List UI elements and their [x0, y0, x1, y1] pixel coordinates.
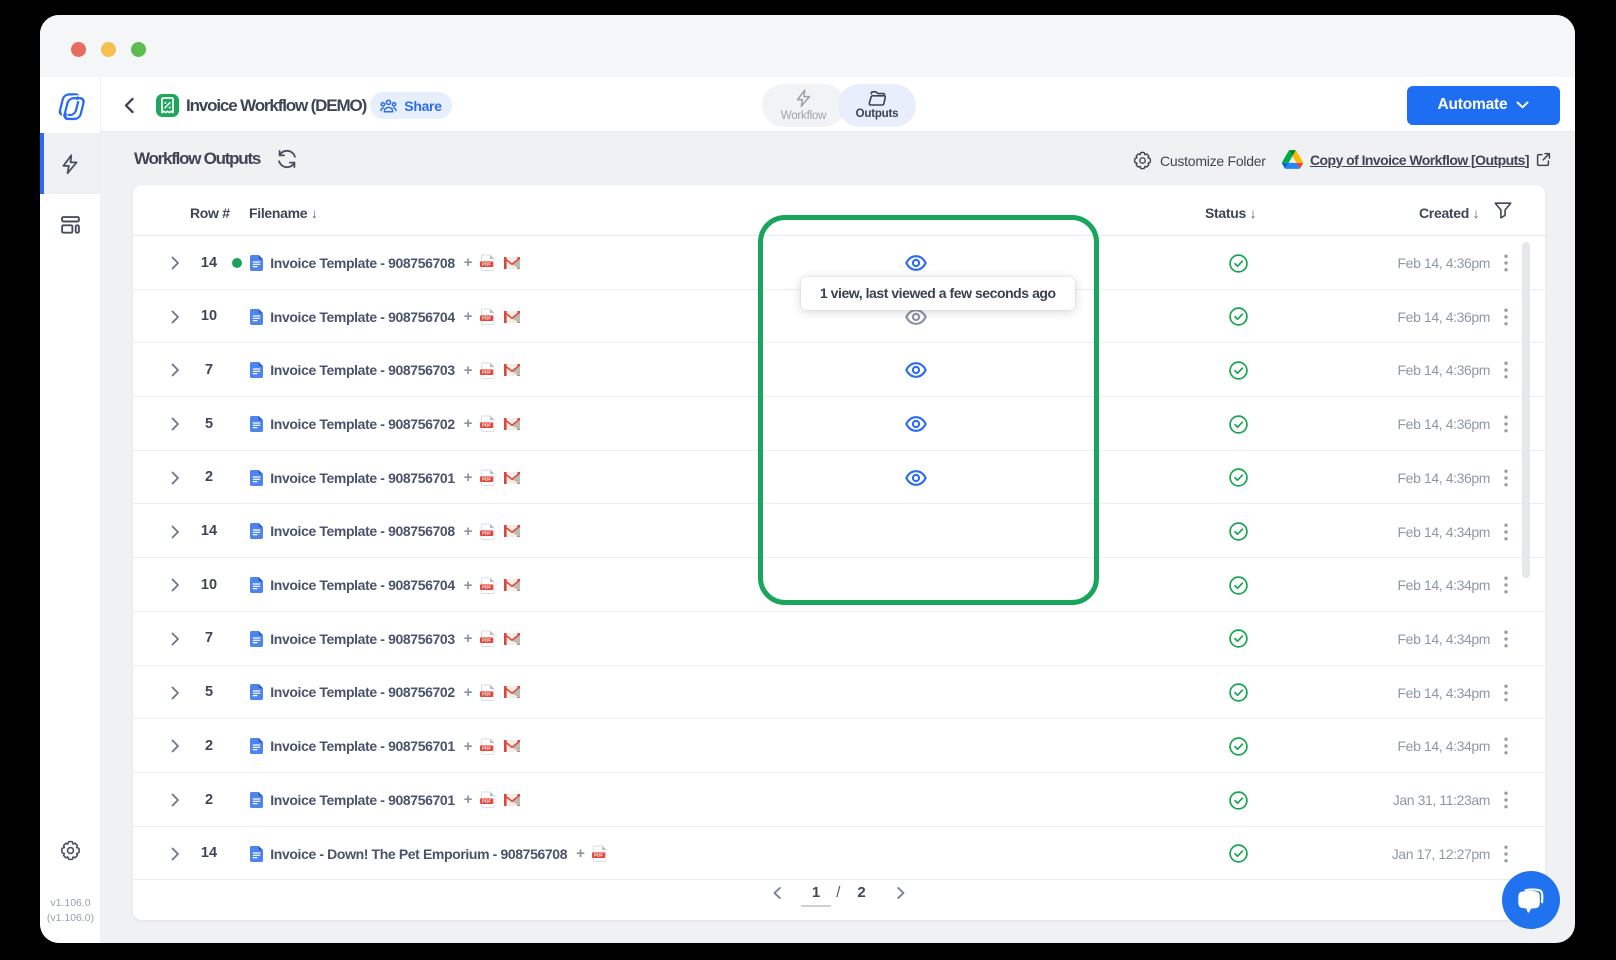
svg-text:PDF: PDF — [482, 262, 491, 267]
svg-text:PDF: PDF — [482, 638, 491, 643]
svg-text:PDF: PDF — [482, 584, 491, 589]
svg-text:PDF: PDF — [482, 745, 491, 750]
svg-text:PDF: PDF — [482, 423, 491, 428]
svg-text:PDF: PDF — [482, 531, 491, 536]
svg-text:PDF: PDF — [482, 799, 491, 804]
svg-text:PDF: PDF — [482, 692, 491, 697]
svg-text:PDF: PDF — [482, 477, 491, 482]
svg-text:PDF: PDF — [482, 369, 491, 374]
svg-text:PDF: PDF — [482, 316, 491, 321]
svg-text:PDF: PDF — [594, 853, 603, 858]
